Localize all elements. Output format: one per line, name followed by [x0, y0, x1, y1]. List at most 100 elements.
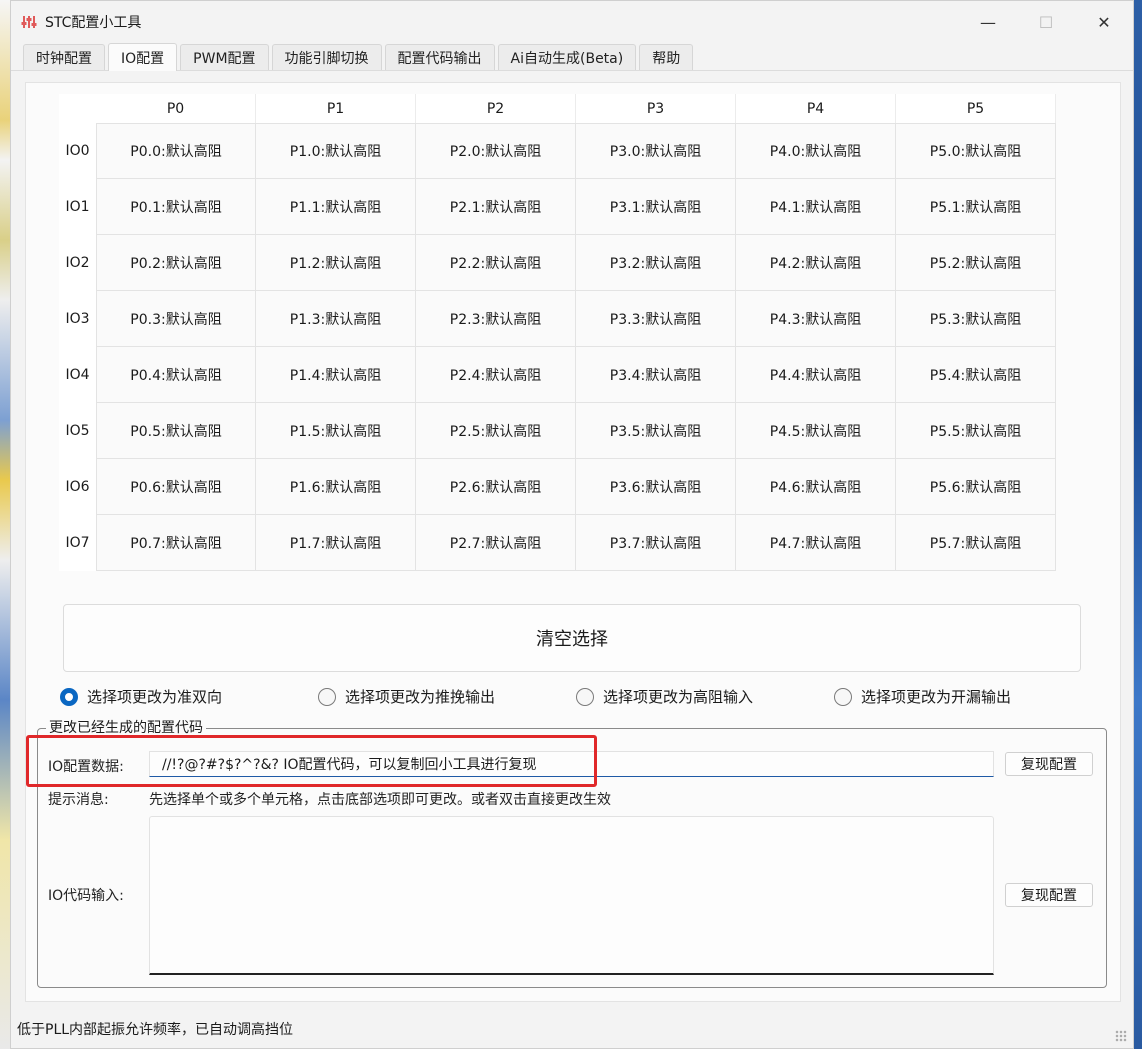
column-header[interactable]: P0	[96, 94, 256, 123]
pin-cell[interactable]: P3.7:默认高阻	[576, 515, 736, 571]
radio-label: 选择项更改为开漏输出	[861, 688, 1012, 706]
restore-config-button-1[interactable]: 复现配置	[1005, 752, 1093, 776]
pin-cell[interactable]: P3.1:默认高阻	[576, 179, 736, 235]
pin-cell[interactable]: P2.3:默认高阻	[416, 291, 576, 347]
grid-row: IO4 P0.4:默认高阻 P1.4:默认高阻 P2.4:默认高阻 P3.4:默认高阻 P…	[59, 347, 1056, 403]
radio-label: 选择项更改为推挽输出	[345, 688, 496, 706]
pin-cell[interactable]: P5.5:默认高阻	[896, 403, 1056, 459]
grid-header-row: P0 P1 P2 P3 P4 P5	[59, 94, 1056, 123]
pin-cell[interactable]: P3.6:默认高阻	[576, 459, 736, 515]
status-bar: 低于PLL内部起振允许频率，已自动调高挡位	[11, 1014, 1135, 1044]
row-header[interactable]: IO6	[59, 459, 96, 515]
row-header[interactable]: IO3	[59, 291, 96, 347]
radio-push-pull[interactable]: 选择项更改为推挽输出	[318, 686, 495, 707]
pin-cell[interactable]: P1.6:默认高阻	[256, 459, 416, 515]
tab-pwm-config[interactable]: PWM配置	[180, 44, 269, 70]
pin-cell[interactable]: P0.6:默认高阻	[96, 459, 256, 515]
pin-cell[interactable]: P0.2:默认高阻	[96, 235, 256, 291]
pin-cell[interactable]: P4.2:默认高阻	[736, 235, 896, 291]
pin-cell[interactable]: P5.6:默认高阻	[896, 459, 1056, 515]
pin-cell[interactable]: P4.1:默认高阻	[736, 179, 896, 235]
row-header[interactable]: IO1	[59, 179, 96, 235]
pin-cell[interactable]: P0.1:默认高阻	[96, 179, 256, 235]
window-title: STC配置小工具	[45, 15, 142, 31]
pin-cell[interactable]: P2.1:默认高阻	[416, 179, 576, 235]
io-code-label: IO代码输入:	[48, 888, 124, 904]
minimize-button[interactable]: —	[959, 1, 1017, 43]
pin-cell[interactable]: P5.4:默认高阻	[896, 347, 1056, 403]
column-header[interactable]: P2	[416, 94, 576, 123]
pin-cell[interactable]: P3.0:默认高阻	[576, 123, 736, 179]
pin-cell[interactable]: P1.4:默认高阻	[256, 347, 416, 403]
grid-row: IO2 P0.2:默认高阻 P1.2:默认高阻 P2.2:默认高阻 P3.2:默认高阻 P…	[59, 235, 1056, 291]
row-header[interactable]: IO2	[59, 235, 96, 291]
clear-selection-button[interactable]: 清空选择	[63, 604, 1081, 672]
pin-cell[interactable]: P0.4:默认高阻	[96, 347, 256, 403]
pin-cell[interactable]: P5.2:默认高阻	[896, 235, 1056, 291]
row-header[interactable]: IO4	[59, 347, 96, 403]
pin-cell[interactable]: P3.2:默认高阻	[576, 235, 736, 291]
tab-io-config[interactable]: IO配置	[108, 43, 178, 71]
tab-help[interactable]: 帮助	[639, 44, 694, 70]
close-button[interactable]: ✕	[1075, 1, 1133, 43]
row-header[interactable]: IO7	[59, 515, 96, 571]
pin-cell[interactable]: P3.4:默认高阻	[576, 347, 736, 403]
pin-cell[interactable]: P5.7:默认高阻	[896, 515, 1056, 571]
pin-cell[interactable]: P2.7:默认高阻	[416, 515, 576, 571]
pin-cell[interactable]: P4.4:默认高阻	[736, 347, 896, 403]
mode-radio-group: 选择项更改为准双向 选择项更改为推挽输出 选择项更改为高阻输入 选择项更改为开漏…	[60, 686, 1100, 710]
io-grid: P0 P1 P2 P3 P4 P5 IO0 P0.0:默认高阻 P1.0:默认高阻 P…	[59, 94, 1056, 571]
column-header[interactable]: P1	[256, 94, 416, 123]
radio-indicator	[576, 687, 594, 706]
pin-cell[interactable]: P4.0:默认高阻	[736, 123, 896, 179]
pin-cell[interactable]: P0.5:默认高阻	[96, 403, 256, 459]
maximize-button[interactable]: ☐	[1017, 1, 1075, 43]
radio-label: 选择项更改为准双向	[87, 688, 223, 706]
pin-cell[interactable]: P1.3:默认高阻	[256, 291, 416, 347]
app-window: STC配置小工具 — ☐ ✕ 时钟配置 IO配置 PWM配置 功能引脚切换 配置…	[10, 0, 1134, 1049]
grid-row: IO5 P0.5:默认高阻 P1.5:默认高阻 P2.5:默认高阻 P3.5:默认高阻 P…	[59, 403, 1056, 459]
tab-bar: 时钟配置 IO配置 PWM配置 功能引脚切换 配置代码输出 Ai自动生成(Bet…	[11, 43, 1133, 71]
pin-cell[interactable]: P0.3:默认高阻	[96, 291, 256, 347]
column-header[interactable]: P5	[896, 94, 1056, 123]
row-header[interactable]: IO5	[59, 403, 96, 459]
radio-indicator	[60, 687, 78, 706]
pin-cell[interactable]: P2.4:默认高阻	[416, 347, 576, 403]
pin-cell[interactable]: P4.6:默认高阻	[736, 459, 896, 515]
tab-clock-config[interactable]: 时钟配置	[23, 44, 105, 70]
row-header[interactable]: IO0	[59, 123, 96, 179]
restore-config-button-2[interactable]: 复现配置	[1005, 883, 1093, 907]
pin-cell[interactable]: P0.0:默认高阻	[96, 123, 256, 179]
tab-pin-switch[interactable]: 功能引脚切换	[271, 44, 382, 70]
pin-cell[interactable]: P2.2:默认高阻	[416, 235, 576, 291]
pin-cell[interactable]: P5.3:默认高阻	[896, 291, 1056, 347]
pin-cell[interactable]: P3.3:默认高阻	[576, 291, 736, 347]
pin-cell[interactable]: P1.2:默认高阻	[256, 235, 416, 291]
radio-open-drain[interactable]: 选择项更改为开漏输出	[834, 686, 1011, 707]
resize-grip[interactable]	[1115, 1030, 1127, 1042]
pin-cell[interactable]: P2.0:默认高阻	[416, 123, 576, 179]
io-code-input[interactable]	[149, 816, 994, 975]
pin-cell[interactable]: P2.5:默认高阻	[416, 403, 576, 459]
pin-cell[interactable]: P1.0:默认高阻	[256, 123, 416, 179]
radio-label: 选择项更改为高阻输入	[603, 688, 754, 706]
column-header[interactable]: P3	[576, 94, 736, 123]
pin-cell[interactable]: P5.0:默认高阻	[896, 123, 1056, 179]
app-logo-icon	[21, 14, 37, 30]
column-header[interactable]: P4	[736, 94, 896, 123]
radio-quasi-bidirectional[interactable]: 选择项更改为准双向	[60, 686, 222, 707]
pin-cell[interactable]: P0.7:默认高阻	[96, 515, 256, 571]
pin-cell[interactable]: P4.7:默认高阻	[736, 515, 896, 571]
radio-high-impedance[interactable]: 选择项更改为高阻输入	[576, 686, 753, 707]
pin-cell[interactable]: P5.1:默认高阻	[896, 179, 1056, 235]
pin-cell[interactable]: P3.5:默认高阻	[576, 403, 736, 459]
pin-cell[interactable]: P1.1:默认高阻	[256, 179, 416, 235]
grid-row: IO6 P0.6:默认高阻 P1.6:默认高阻 P2.6:默认高阻 P3.6:默认高阻 P…	[59, 459, 1056, 515]
pin-cell[interactable]: P2.6:默认高阻	[416, 459, 576, 515]
tab-code-output[interactable]: 配置代码输出	[384, 44, 495, 70]
pin-cell[interactable]: P1.7:默认高阻	[256, 515, 416, 571]
pin-cell[interactable]: P4.5:默认高阻	[736, 403, 896, 459]
tab-ai-generate[interactable]: Ai自动生成(Beta)	[497, 44, 637, 70]
pin-cell[interactable]: P1.5:默认高阻	[256, 403, 416, 459]
pin-cell[interactable]: P4.3:默认高阻	[736, 291, 896, 347]
